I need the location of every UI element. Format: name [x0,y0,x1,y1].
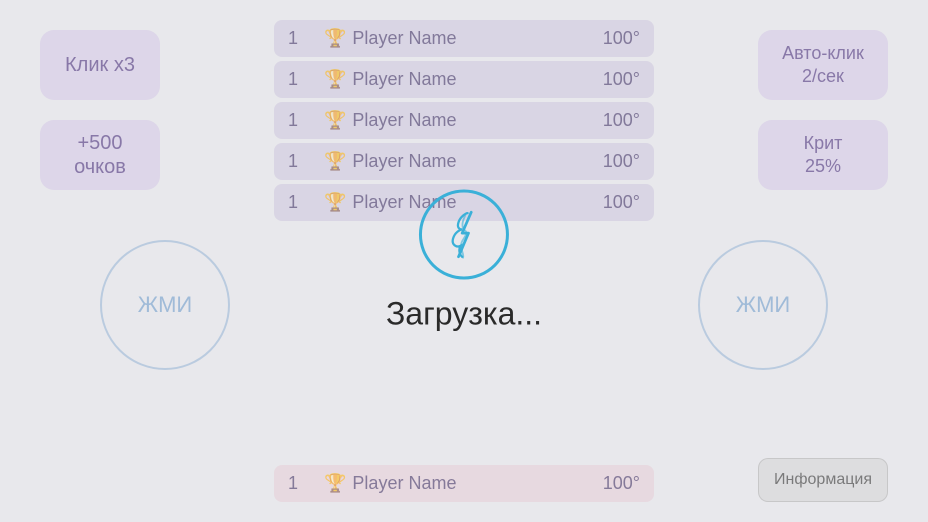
row-rank: 1 [288,151,318,172]
leaderboard-row: 1 🏆 Player Name 100° [274,102,654,139]
bottom-row-rank: 1 [288,473,318,494]
row-name: Player Name [352,110,602,131]
leaderboard-row: 1 🏆 Player Name 100° [274,61,654,98]
press-right-button[interactable]: ЖМИ [698,240,828,370]
row-icon: 🏆 [324,69,346,90]
loading-overlay: Загрузка... [386,190,542,333]
loader-circle [419,190,509,280]
info-button[interactable]: Информация [758,458,888,502]
crit-label: Крит 25% [804,132,843,179]
leaderboard-row: 1 🏆 Player Name 100° [274,20,654,57]
leaderboard-row-bottom: 1 🏆 Player Name 100° [274,465,654,502]
bottom-row-score: 100° [603,473,640,494]
row-rank: 1 [288,69,318,90]
row-score: 100° [603,192,640,213]
info-label: Информация [774,471,872,489]
leaderboard-bottom: 1 🏆 Player Name 100° [274,465,654,502]
crit-button[interactable]: Крит 25% [758,120,888,190]
row-name: Player Name [352,28,602,49]
press-left-label: ЖМИ [138,292,192,318]
row-icon: 🏆 [324,192,346,213]
bolt-icon [444,210,484,260]
bottom-row-icon: 🏆 [324,473,346,494]
row-icon: 🏆 [324,110,346,131]
plus-500-label: +500 очков [74,131,126,179]
row-rank: 1 [288,192,318,213]
click-x3-label: Клик х3 [65,54,135,77]
auto-click-button[interactable]: Авто-клик 2/сек [758,30,888,100]
row-score: 100° [603,110,640,131]
press-left-button[interactable]: ЖМИ [100,240,230,370]
auto-click-label: Авто-клик 2/сек [782,42,864,89]
bottom-row-name: Player Name [352,473,602,494]
row-name: Player Name [352,151,602,172]
press-right-label: ЖМИ [736,292,790,318]
row-score: 100° [603,151,640,172]
row-score: 100° [603,69,640,90]
plus-500-button[interactable]: +500 очков [40,120,160,190]
row-icon: 🏆 [324,28,346,49]
row-icon: 🏆 [324,151,346,172]
leaderboard-row: 1 🏆 Player Name 100° [274,143,654,180]
loading-text: Загрузка... [386,296,542,333]
row-rank: 1 [288,110,318,131]
row-score: 100° [603,28,640,49]
click-x3-button[interactable]: Клик х3 [40,30,160,100]
row-name: Player Name [352,69,602,90]
row-rank: 1 [288,28,318,49]
